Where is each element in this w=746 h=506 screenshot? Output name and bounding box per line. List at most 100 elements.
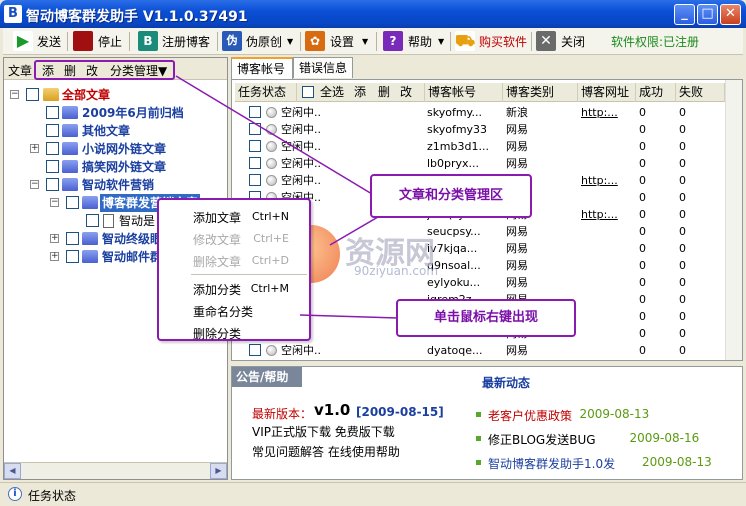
col-fail[interactable]: 失败 [676, 83, 725, 102]
cell-url[interactable] [581, 308, 635, 325]
close-window-button[interactable]: ✕ [720, 4, 741, 25]
tree-checkbox[interactable] [66, 232, 79, 245]
row-checkbox[interactable] [249, 344, 261, 356]
tab-blog-accounts[interactable]: 博客帐号 [231, 57, 293, 79]
menu-edit-article[interactable]: 修改文章 [193, 231, 241, 248]
scroll-left-icon[interactable]: ◀ [4, 463, 21, 479]
chevron-down-icon[interactable]: ▼ [287, 31, 293, 53]
status-bar: i 任务状态 [0, 482, 746, 506]
horizontal-scrollbar[interactable]: ◀ ▶ [4, 462, 227, 479]
tree-checkbox[interactable] [66, 250, 79, 263]
row-checkbox[interactable] [249, 140, 261, 152]
cell-url[interactable] [581, 240, 635, 257]
tree-node[interactable]: 其他文章 [4, 122, 224, 140]
col-task-status[interactable]: 任务状态 [235, 83, 297, 102]
cell-url[interactable] [581, 257, 635, 274]
news-item-link[interactable]: 修正BLOG发送BUG [488, 431, 596, 448]
close-button[interactable]: 关闭 [561, 31, 585, 53]
close-x-icon: ✕ [536, 31, 556, 51]
collapse-icon[interactable]: − [30, 180, 39, 189]
help-links[interactable]: 常见问题解答 在线使用帮助 [252, 443, 400, 460]
row-checkbox[interactable] [249, 106, 261, 118]
table-row[interactable]: 空闲中.. z1mb3d1... 网易 0 0 [235, 138, 725, 155]
cell-success: 0 [639, 140, 646, 153]
tree-node[interactable]: − 智动软件营销 [4, 176, 224, 194]
cell-url[interactable]: http:... [581, 104, 635, 121]
cell-url[interactable] [581, 155, 635, 172]
cell-url[interactable]: http:... [581, 172, 635, 189]
cell-type: 网易 [506, 344, 528, 357]
tree-checkbox[interactable] [46, 142, 59, 155]
add-account-button[interactable]: 添 [351, 83, 373, 102]
vertical-scrollbar[interactable] [725, 80, 742, 360]
col-blog-url[interactable]: 博客网址 [578, 83, 636, 102]
minimize-button[interactable]: _ [674, 4, 695, 25]
cell-url[interactable] [581, 325, 635, 342]
row-checkbox[interactable] [249, 174, 261, 186]
settings-button[interactable]: 设置 [330, 31, 354, 53]
col-success[interactable]: 成功 [636, 83, 676, 102]
expand-icon[interactable]: + [30, 144, 39, 153]
select-all-label[interactable]: 全选 [317, 83, 349, 102]
cell-url[interactable]: http:... [581, 206, 635, 223]
menu-delete-category[interactable]: 删除分类 [193, 325, 241, 342]
expand-icon[interactable]: + [50, 252, 59, 261]
chevron-down-icon[interactable]: ▼ [362, 31, 368, 53]
cell-url[interactable] [581, 138, 635, 155]
tree-node[interactable]: 搞笑网外链文章 [4, 158, 224, 176]
tree-checkbox[interactable] [66, 196, 79, 209]
register-blog-button[interactable]: 注册博客 [162, 31, 210, 53]
cell-url[interactable] [581, 342, 635, 359]
table-row[interactable]: 空闲中.. skyofmy... 新浪 http:... 0 0 [235, 104, 725, 121]
cart-icon: ⛟ [455, 31, 476, 51]
tree-checkbox[interactable] [46, 160, 59, 173]
menu-add-article[interactable]: 添加文章 [193, 209, 241, 226]
buy-software-button[interactable]: 购买软件 [479, 31, 527, 53]
cell-url[interactable] [581, 274, 635, 291]
cell-url[interactable] [581, 189, 635, 206]
download-links[interactable]: VIP正式版下载 免费版下载 [252, 423, 395, 440]
tree-node[interactable]: 2009年6月前归档 [4, 104, 224, 122]
news-item-link[interactable]: 老客户优惠政策 [488, 407, 572, 424]
help-button[interactable]: 帮助 [408, 31, 432, 53]
tree-node[interactable]: + 小说网外链文章 [4, 140, 224, 158]
col-blog-type[interactable]: 博客类别 [503, 83, 578, 102]
cell-type: 网易 [506, 157, 528, 170]
pseudo-original-button[interactable]: 伪原创 [246, 31, 282, 53]
table-row[interactable]: 空闲中.. dyatoqe... 网易 0 0 [235, 342, 725, 359]
expand-icon[interactable]: + [50, 234, 59, 243]
tree-checkbox[interactable] [26, 88, 39, 101]
tree-checkbox[interactable] [46, 124, 59, 137]
news-item-link[interactable]: 智动博客群发助手1.0发 [488, 455, 615, 472]
edit-account-button[interactable]: 改 [397, 83, 425, 102]
cell-url[interactable] [581, 121, 635, 138]
select-all-checkbox[interactable] [302, 86, 314, 98]
table-row[interactable]: 空闲中.. skyofmy33 网易 0 0 [235, 121, 725, 138]
chevron-down-icon[interactable]: ▼ [438, 31, 444, 53]
menu-add-category[interactable]: 添加分类 [193, 281, 241, 298]
tab-error-info[interactable]: 错误信息 [293, 57, 353, 78]
maximize-button[interactable]: □ [697, 4, 718, 25]
collapse-icon[interactable]: − [10, 90, 19, 99]
tree-checkbox[interactable] [86, 214, 99, 227]
toolbar-separator [300, 32, 301, 51]
col-blog-account[interactable]: 博客帐号 [425, 83, 503, 102]
cell-success: 0 [639, 174, 646, 187]
menu-delete-article[interactable]: 删除文章 [193, 253, 241, 270]
cell-url[interactable] [581, 223, 635, 240]
notice-help-tab[interactable]: 公告/帮助 [232, 367, 302, 387]
delete-account-button[interactable]: 删 [375, 83, 397, 102]
scroll-right-icon[interactable]: ▶ [210, 463, 227, 479]
send-button[interactable]: 发送 [37, 31, 61, 53]
tree-checkbox[interactable] [46, 106, 59, 119]
tree-checkbox[interactable] [46, 178, 59, 191]
menu-rename-category[interactable]: 重命名分类 [193, 303, 253, 320]
tree-node-root[interactable]: − 全部文章 [4, 86, 224, 104]
table-row[interactable]: 空闲中.. lb0pryx... 网易 0 0 [235, 155, 725, 172]
collapse-icon[interactable]: − [50, 198, 59, 207]
stop-button[interactable]: 停止 [98, 31, 122, 53]
row-checkbox[interactable] [249, 157, 261, 169]
cell-account: eylyoku... [427, 276, 481, 289]
row-checkbox[interactable] [249, 123, 261, 135]
cell-url[interactable] [581, 291, 635, 308]
